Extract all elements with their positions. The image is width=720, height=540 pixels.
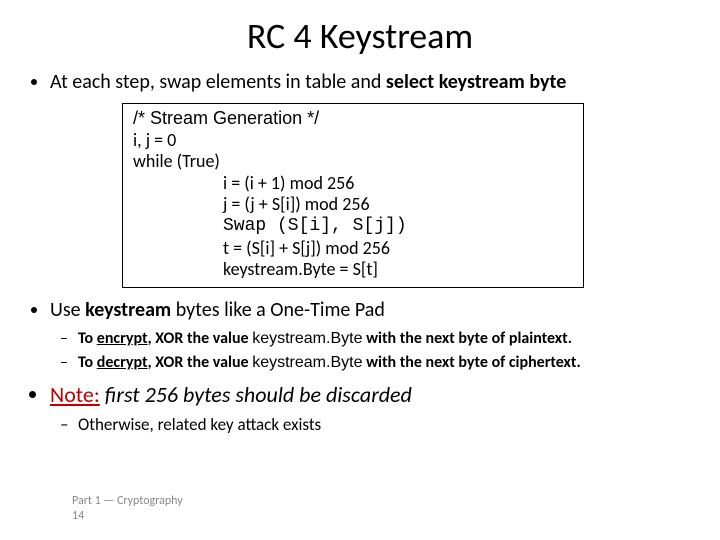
b2s2-mid: , XOR the value (148, 353, 253, 372)
b2s1-post: with the next byte of plaintext. (362, 329, 572, 348)
bullet-2-sub-1: To encrypt, XOR the value keystream.Byte… (78, 329, 694, 349)
footer-line-2: 14 (72, 509, 183, 524)
slide-footer: Part 1 — Cryptography 14 (72, 494, 183, 524)
code-line-4: i = (i + 1) mod 256 (133, 173, 573, 195)
b3s1-text: Otherwise, related key attack exists (78, 414, 321, 435)
slide: RC 4 Keystream At each step, swap elemen… (0, 0, 720, 540)
code-line-1: /* Stream Generation */ (133, 108, 573, 130)
bullet-2-post: bytes like a One-Time Pad (171, 298, 385, 322)
b2s2-post: with the next byte of ciphertext. (362, 353, 580, 372)
bullet-3-note: Note: (50, 381, 100, 408)
bullet-1-text: At each step, swap elements in table and (50, 70, 386, 94)
bullet-3-sublist: Otherwise, related key attack exists (50, 414, 694, 435)
b2s1-mid: , XOR the value (148, 329, 253, 348)
b2s1-pre: To (78, 329, 97, 348)
code-box: /* Stream Generation */ i, j = 0 while (… (122, 103, 584, 288)
bullet-2-pre: Use (50, 298, 85, 322)
bullet-2-bold: keystream (85, 298, 171, 322)
code-line-7: t = (S[i] + S[j]) mod 256 (133, 238, 573, 260)
b2s1-u: encrypt (97, 329, 148, 348)
bullet-2-sublist: To encrypt, XOR the value keystream.Byte… (50, 329, 694, 373)
b2s2-u: decrypt (97, 353, 148, 372)
slide-title: RC 4 Keystream (0, 0, 720, 64)
footer-line-1: Part 1 — Cryptography (72, 494, 183, 509)
bullet-3-sub-1: Otherwise, related key attack exists (78, 414, 694, 435)
code-line-2: i, j = 0 (133, 130, 573, 152)
bullet-2-sub-2: To decrypt, XOR the value keystream.Byte… (78, 353, 694, 373)
b2s2-kb: keystream.Byte (252, 354, 362, 371)
bullet-1-bold: select keystream byte (386, 70, 566, 94)
code-line-8: keystream.Byte = S[t] (133, 259, 573, 281)
slide-body: At each step, swap elements in table and… (0, 70, 720, 436)
code-line-3: while (True) (133, 151, 573, 173)
bullet-1: At each step, swap elements in table and… (50, 70, 694, 288)
bullet-list: At each step, swap elements in table and… (26, 70, 694, 436)
bullet-2: Use keystream bytes like a One-Time Pad … (50, 298, 694, 373)
b2s1-kb: keystream.Byte (252, 330, 362, 347)
code-line-6: Swap (S[i], S[j]) (133, 216, 573, 238)
code-line-5: j = (j + S[i]) mod 256 (133, 194, 573, 216)
bullet-3: Note: first 256 bytes should be discarde… (50, 381, 694, 436)
bullet-3-rest: first 256 bytes should be discarded (100, 381, 412, 408)
b2s2-pre: To (78, 353, 97, 372)
